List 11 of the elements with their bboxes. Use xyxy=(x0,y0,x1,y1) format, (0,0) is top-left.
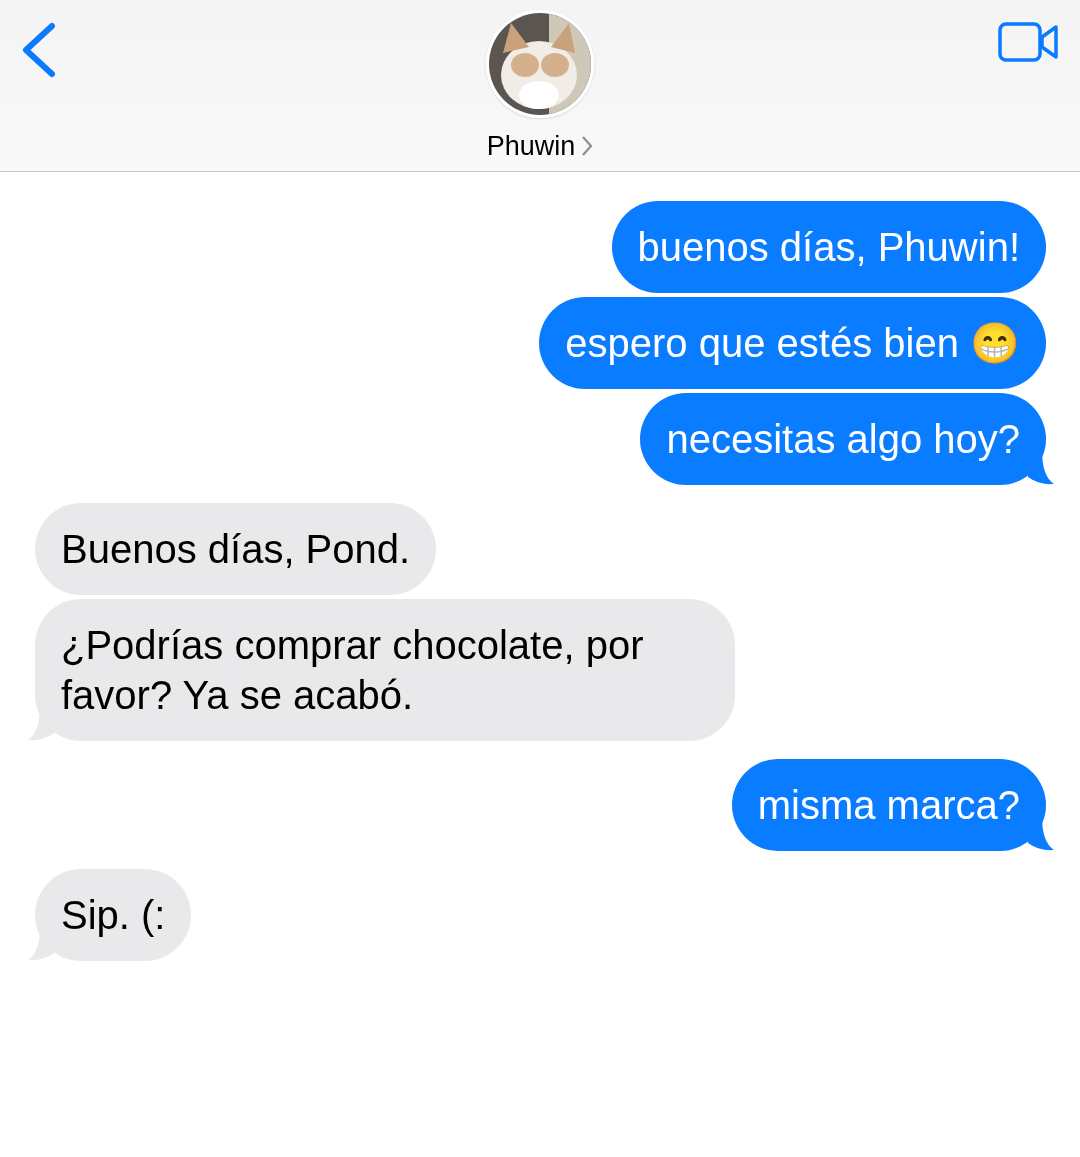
message-bubble: Buenos días, Pond. xyxy=(35,503,437,595)
message-bubble: ¿Podrías comprar chocolate, por favor? Ya se acabó. xyxy=(35,599,735,741)
message-bubble: Sip. (: xyxy=(35,869,192,961)
message-bubble: buenos días, Phuwin! xyxy=(611,201,1046,293)
message-bubble: necesitas algo hoy? xyxy=(640,393,1046,485)
back-icon[interactable] xyxy=(20,22,56,78)
video-camera-icon[interactable] xyxy=(998,22,1060,62)
message-bubble: misma marca? xyxy=(731,759,1046,851)
message-bubble: espero que estés bien 😁 xyxy=(539,297,1046,389)
chevron-right-icon[interactable] xyxy=(581,135,594,158)
contact-name[interactable]: Phuwin xyxy=(486,126,576,167)
